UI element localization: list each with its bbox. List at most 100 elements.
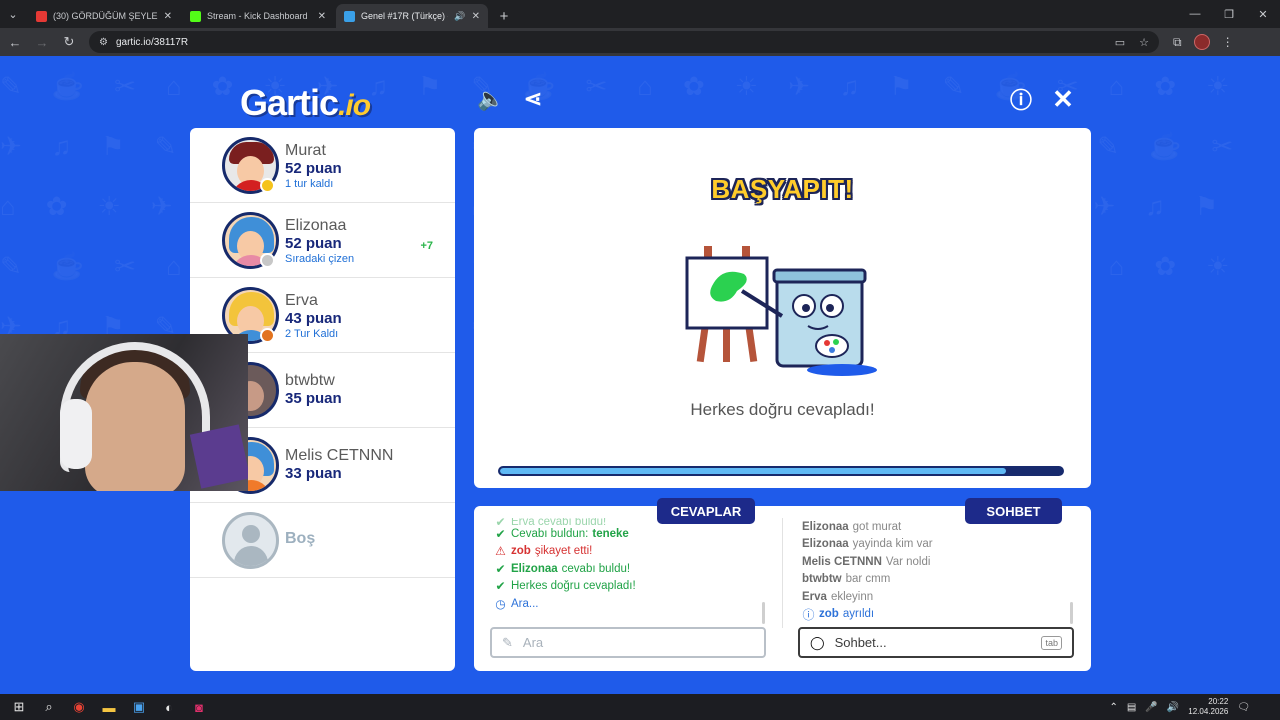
chat-bubble-icon: ◯ — [810, 634, 825, 650]
bookmark-star-icon[interactable]: ☆ — [1139, 36, 1149, 49]
clock[interactable]: 20:22 12.04.2026 — [1188, 697, 1228, 717]
player-row[interactable]: Elizonaa 52 puan Sıradaki çizen +7 — [190, 203, 455, 278]
cast-icon[interactable]: ▭ — [1115, 36, 1125, 49]
warning-icon: ⚠ — [495, 544, 506, 559]
player-name: Erva — [285, 292, 318, 309]
status-dot — [260, 178, 275, 193]
chat-message: Elizonaa got murat — [802, 520, 902, 533]
player-note: 1 tur kaldı — [285, 178, 334, 190]
tab-kick[interactable]: Stream - Kick Dashboard ✕ — [182, 4, 334, 28]
bonus-points: +7 — [420, 240, 433, 252]
list-item: ◷ Ara... — [495, 596, 539, 611]
chrome-icon[interactable]: ◉ — [66, 694, 92, 720]
chat-message: ⓘ zob ayrıldı — [802, 607, 875, 622]
player-score: 35 puan — [285, 390, 342, 407]
player-note: Sıradaki çizen — [285, 253, 355, 265]
info-icon: ⓘ — [802, 607, 815, 622]
profile-avatar[interactable] — [1193, 34, 1210, 50]
site-info-icon[interactable]: ⚙ — [99, 37, 108, 48]
game-page: ✎☕✂⌂✿☀✈♫⚑✎☕✂⌂✿☀✈♫⚑✎☕✂⌂✿☀✈♫⚑✎☕✂⌂✿☀✈♫⚑✎☕✂⌂… — [0, 56, 1280, 694]
chat-message: btwbtw bar cmm — [802, 573, 891, 586]
extensions-icon[interactable]: ⧉ — [1173, 35, 1182, 50]
player-name: btwbtw — [285, 372, 335, 389]
chat-message: Elizonaa yayinda kim var — [802, 538, 933, 551]
tab-search-icon[interactable]: ⌄ — [0, 0, 26, 28]
panel-divider — [782, 518, 783, 628]
answers-scrollbar[interactable] — [762, 602, 765, 624]
pencil-icon: ✎ — [502, 634, 513, 650]
instagram-icon[interactable]: ◙ — [186, 694, 212, 720]
microphone-icon[interactable]: 🎤 — [1145, 702, 1157, 713]
address-bar[interactable]: ⚙ gartic.io/38117R ▭ ☆ — [89, 31, 1159, 53]
answers-chat-panel: CEVAPLAR SOHBET ✔ Erva cevabı buldu! ✔ Cev… — [474, 498, 1091, 671]
menu-icon[interactable]: ⋮ — [1222, 35, 1234, 49]
speaker-icon[interactable]: 🔊 — [454, 11, 465, 22]
browser-tab-bar: ⌄ (30) GÖRDÜĞÜM ŞEYLER GERÇ ✕ Stream - K… — [0, 0, 1280, 28]
check-icon: ✔ — [495, 579, 506, 594]
notification-icon[interactable]: 🗨 — [1237, 702, 1250, 713]
status-dot — [260, 253, 275, 268]
new-tab-button[interactable]: + — [492, 4, 516, 28]
player-score: 52 puan — [285, 160, 342, 177]
close-icon[interactable]: ✕ — [164, 11, 172, 22]
player-score: 52 puan — [285, 235, 342, 252]
folder-icon[interactable]: ▬ — [96, 694, 122, 720]
clock-icon: ◷ — [495, 596, 506, 611]
reload-icon[interactable]: ↻ — [57, 30, 81, 54]
tab-youtube[interactable]: (30) GÖRDÜĞÜM ŞEYLER GERÇ ✕ — [28, 4, 180, 28]
tray-expand-icon[interactable]: ⌃ — [1110, 702, 1118, 713]
round-message: Herkes doğru cevapladı! — [690, 400, 875, 419]
back-icon[interactable]: ← — [3, 30, 27, 54]
player-score: 33 puan — [285, 465, 342, 482]
player-row[interactable]: Murat 52 puan 1 tur kaldı — [190, 128, 455, 203]
close-icon[interactable]: ✕ — [472, 11, 480, 22]
close-window-icon[interactable]: ✕ — [1246, 0, 1280, 28]
empty-avatar-icon — [222, 512, 279, 569]
list-item: ✔ Erva cevabı buldu! — [495, 518, 607, 525]
masterpiece-illustration — [685, 246, 877, 376]
tab-title: Genel #17R (Türkçe) - Gartic — [361, 11, 448, 21]
kick-icon — [190, 10, 201, 22]
answer-input[interactable]: ✎ Ara — [490, 627, 766, 658]
player-name: Melis CETNNN — [285, 447, 394, 464]
gartic-logo[interactable]: Gartic.io — [240, 82, 371, 124]
chat-list: Elizonaa got murat Elizonaa yayinda kim va… — [802, 518, 1072, 625]
minimize-icon[interactable]: — — [1178, 0, 1212, 28]
restore-icon[interactable]: ❐ — [1212, 0, 1246, 28]
obs-icon[interactable]: ◐ — [156, 694, 182, 720]
empty-slot[interactable]: Boş — [190, 503, 455, 578]
tab-title: Stream - Kick Dashboard — [207, 11, 308, 21]
info-icon[interactable]: ⓘ — [1008, 86, 1034, 113]
url-text: gartic.io/38117R — [115, 36, 189, 48]
gartic-icon — [344, 10, 355, 22]
volume-icon[interactable]: 🔊 — [1167, 702, 1179, 713]
player-note: 2 Tur Kaldı — [285, 328, 339, 340]
close-icon[interactable]: ✕ — [1050, 84, 1076, 114]
tab-shortcut-badge: tab — [1041, 635, 1062, 650]
browser-toolbar: ← → ↻ ⚙ gartic.io/38117R ▭ ☆ ⧉ ⋮ — [0, 28, 1280, 56]
network-icon[interactable]: ▤ — [1127, 702, 1136, 713]
app-icon[interactable]: ▣ — [126, 694, 152, 720]
close-icon[interactable]: ✕ — [318, 11, 326, 22]
chat-input[interactable]: ◯ Sohbet... tab — [798, 627, 1074, 658]
status-dot — [260, 328, 275, 343]
search-icon[interactable]: ⌕ — [36, 694, 62, 720]
chat-placeholder: Sohbet... — [834, 635, 887, 650]
tab-title: (30) GÖRDÜĞÜM ŞEYLER GERÇ — [53, 11, 158, 21]
player-score: 43 puan — [285, 310, 342, 327]
round-progress-bar — [498, 466, 1064, 476]
sound-icon[interactable]: 🔈 — [477, 86, 504, 112]
forward-icon[interactable]: → — [30, 30, 54, 54]
drawing-panel: BAŞYAPIT! Herkes doğru cevapladı! — [474, 128, 1091, 488]
list-item: ✔ Cevabı buldun: teneke — [495, 526, 629, 541]
tab-gartic[interactable]: Genel #17R (Türkçe) - Gartic 🔊 ✕ — [336, 4, 488, 28]
chat-scrollbar[interactable] — [1070, 602, 1073, 624]
youtube-icon — [36, 10, 47, 22]
empty-slot-label: Boş — [285, 530, 316, 547]
answer-placeholder: Ara — [522, 635, 544, 650]
player-name: Murat — [285, 142, 326, 159]
list-item: ✔ Herkes doğru cevapladı! — [495, 579, 636, 594]
share-icon[interactable]: ⋖ — [520, 86, 546, 112]
windows-start-icon[interactable]: ⊞ — [6, 694, 32, 720]
list-item: ⚠ zob şikayet etti! — [495, 544, 593, 559]
